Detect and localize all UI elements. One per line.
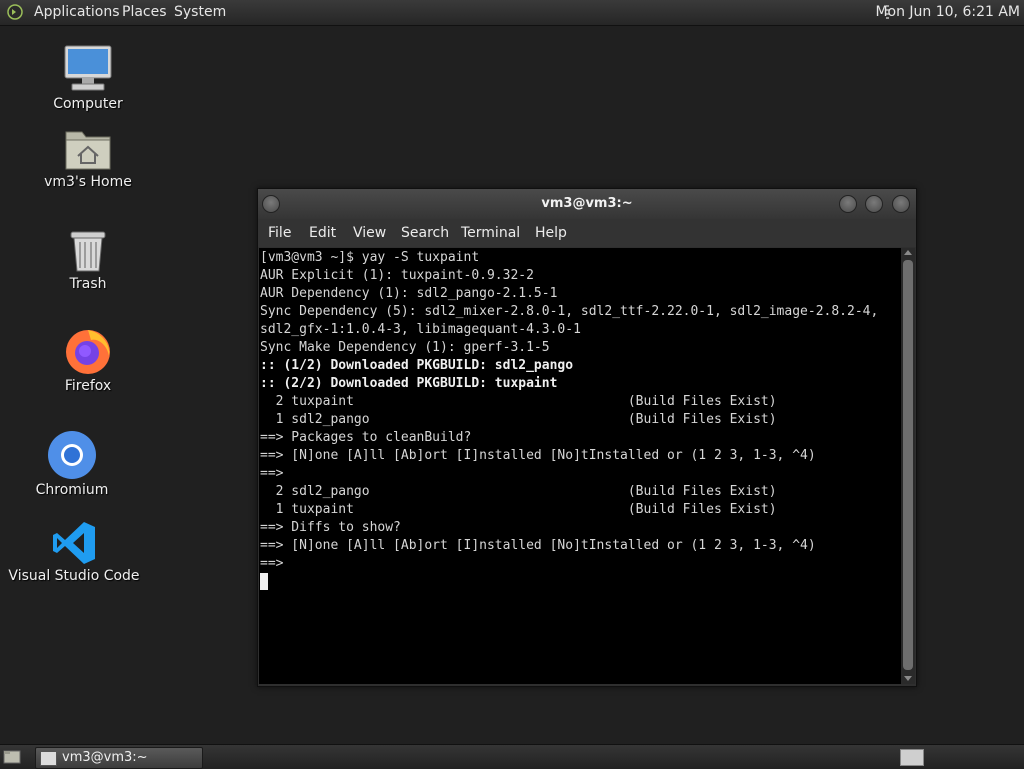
desktop-icon-vscode[interactable]: Visual Studio Code xyxy=(4,520,144,584)
terminal-window[interactable]: vm3@vm3:~ File Edit View Search Terminal… xyxy=(257,188,917,687)
scrollbar-thumb[interactable] xyxy=(903,260,913,670)
terminal-icon xyxy=(40,751,57,766)
minimize-button[interactable] xyxy=(839,195,857,213)
vscode-icon xyxy=(53,522,95,564)
taskbar-window-label: vm3@vm3:~ xyxy=(62,750,148,765)
menu-edit[interactable]: Edit xyxy=(309,219,336,247)
taskbar-window-button[interactable]: vm3@vm3:~ xyxy=(35,747,203,769)
terminal-line: ==> [N]one [A]ll [Ab]ort [I]nstalled [No… xyxy=(260,448,816,463)
applications-menu[interactable]: Applications xyxy=(34,0,120,25)
firefox-icon xyxy=(66,330,110,374)
clock[interactable]: Mon Jun 10, 6:21 AM xyxy=(875,0,1020,25)
computer-icon xyxy=(64,45,112,91)
window-menu-button[interactable] xyxy=(262,195,280,213)
terminal-line: ==> Diffs to show? xyxy=(260,520,401,535)
window-titlebar[interactable]: vm3@vm3:~ xyxy=(258,189,916,219)
applications-menu-icon[interactable] xyxy=(7,4,23,20)
scroll-up-arrow-icon[interactable] xyxy=(904,250,912,255)
desktop-icon-firefox[interactable]: Firefox xyxy=(18,326,158,394)
desktop-icon-computer[interactable]: Computer xyxy=(18,44,158,112)
terminal-line: ==> xyxy=(260,466,284,481)
desktop-icon-trash[interactable]: Trash xyxy=(18,228,158,292)
menu-terminal[interactable]: Terminal xyxy=(461,219,520,247)
menu-search[interactable]: Search xyxy=(401,219,449,247)
terminal-line: AUR Dependency (1): sdl2_pango-2.1.5-1 xyxy=(260,286,558,301)
workspace-switcher[interactable] xyxy=(900,749,924,766)
terminal-cursor xyxy=(260,573,268,590)
terminal-line: 2 tuxpaint (Build Files Exist) xyxy=(260,394,777,409)
window-title: vm3@vm3:~ xyxy=(541,196,633,211)
bottom-panel: vm3@vm3:~ xyxy=(0,744,1024,769)
terminal-line: ==> Packages to cleanBuild? xyxy=(260,430,472,445)
terminal-menubar: File Edit View Search Terminal Help xyxy=(258,219,916,247)
desktop-icon-label: Firefox xyxy=(64,378,112,394)
desktop-icon-label: Computer xyxy=(53,96,123,112)
scroll-down-arrow-icon[interactable] xyxy=(904,676,912,681)
places-menu[interactable]: Places xyxy=(122,0,167,25)
terminal-line: 1 sdl2_pango (Build Files Exist) xyxy=(260,412,777,427)
menu-help[interactable]: Help xyxy=(535,219,567,247)
terminal-line: AUR Explicit (1): tuxpaint-0.9.32-2 xyxy=(260,268,534,283)
desktop-icon-label: Trash xyxy=(69,276,107,292)
terminal-line: :: (2/2) Downloaded PKGBUILD: tuxpaint xyxy=(260,376,558,391)
terminal-output[interactable]: [vm3@vm3 ~]$ yay -S tuxpaint AUR Explicit… xyxy=(259,248,901,684)
show-desktop-icon[interactable] xyxy=(3,749,21,764)
desktop-icon-label: vm3's Home xyxy=(44,174,132,190)
terminal-line: [vm3@vm3 ~]$ yay -S tuxpaint xyxy=(260,250,480,265)
terminal-text: [vm3@vm3 ~]$ yay -S tuxpaint AUR Explicit… xyxy=(260,249,878,591)
menu-view[interactable]: View xyxy=(353,219,386,247)
home-folder-icon xyxy=(65,131,111,170)
trash-icon xyxy=(70,231,106,272)
desktop-icon-label: Visual Studio Code xyxy=(8,568,140,584)
desktop-icon-label: Chromium xyxy=(35,482,109,498)
system-menu[interactable]: System xyxy=(174,0,226,25)
terminal-line: 2 sdl2_pango (Build Files Exist) xyxy=(260,484,777,499)
terminal-line: Sync Dependency (5): sdl2_mixer-2.8.0-1,… xyxy=(260,304,879,319)
close-button[interactable] xyxy=(892,195,910,213)
chromium-icon xyxy=(48,431,96,479)
menu-file[interactable]: File xyxy=(268,219,291,247)
terminal-line: ==> [N]one [A]ll [Ab]ort [I]nstalled [No… xyxy=(260,538,816,553)
terminal-line: :: (1/2) Downloaded PKGBUILD: sdl2_pango xyxy=(260,358,574,373)
top-panel: Applications Places System Mon Jun 10, 6… xyxy=(0,0,1024,26)
terminal-line: 1 tuxpaint (Build Files Exist) xyxy=(260,502,777,517)
desktop-icon-home[interactable]: vm3's Home xyxy=(18,126,158,190)
terminal-scrollbar[interactable] xyxy=(901,248,915,684)
desktop-icon-chromium[interactable]: Chromium xyxy=(2,430,142,498)
terminal-line: sdl2_gfx-1:1.0.4-3, libimagequant-4.3.0-… xyxy=(260,322,581,337)
maximize-button[interactable] xyxy=(865,195,883,213)
terminal-line: Sync Make Dependency (1): gperf-3.1-5 xyxy=(260,340,550,355)
terminal-line: ==> xyxy=(260,556,284,571)
